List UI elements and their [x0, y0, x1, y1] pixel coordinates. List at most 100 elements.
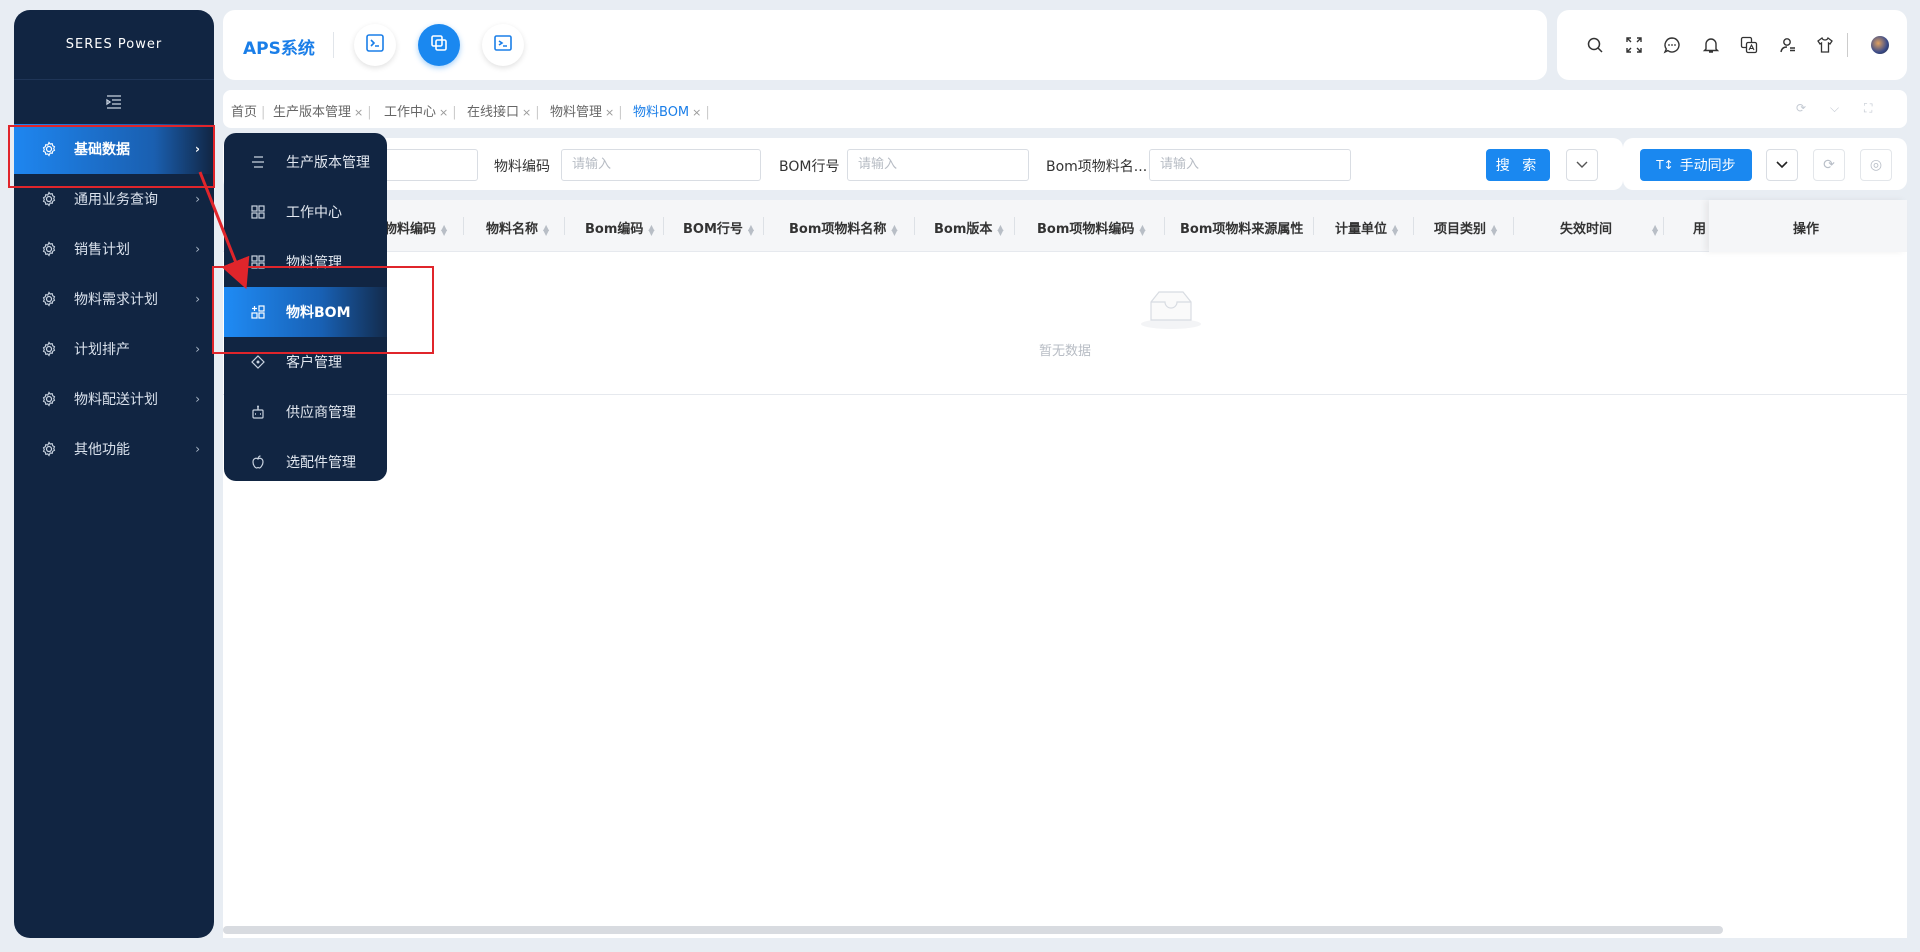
column-label: 物料名称	[486, 222, 539, 237]
horizontal-scrollbar[interactable]	[223, 926, 1723, 934]
manual-sync-button[interactable]: T↕ 手动同步	[1640, 149, 1752, 181]
chevron-down-icon[interactable]: ⌵	[1830, 101, 1839, 116]
column-header-bom-item-code[interactable]: Bom项物料编码 ▲ ▼	[1037, 218, 1146, 237]
empty-box-icon	[1139, 288, 1203, 334]
search-icon[interactable]	[1584, 34, 1606, 56]
refresh-tab-icon[interactable]: ⟳	[1796, 101, 1806, 115]
tab-production-version[interactable]: 生产版本管理 × |	[273, 101, 372, 120]
close-icon[interactable]: ×	[692, 106, 701, 119]
column-header-partial[interactable]: 用	[1693, 218, 1706, 237]
sort-icon[interactable]: ▲ ▼	[648, 223, 654, 236]
fullscreen-icon[interactable]	[1623, 34, 1645, 56]
empty-state: 暂无数据	[223, 252, 1907, 395]
tab-label: 生产版本管理	[273, 105, 352, 120]
user-settings-icon[interactable]	[1777, 34, 1799, 56]
column-header-bom-item-source[interactable]: Bom项物料来源属性	[1180, 218, 1303, 237]
bom-line-input[interactable]: 请输入	[847, 149, 1029, 181]
close-icon[interactable]: ×	[354, 106, 363, 119]
terminal-button[interactable]	[354, 24, 396, 66]
tab-material-bom[interactable]: 物料BOM × |	[633, 101, 710, 120]
column-header-material-code[interactable]: 物料编码 ▲ ▼	[384, 218, 447, 237]
sidebar-item-other-functions[interactable]: 其他功能 ›	[14, 424, 214, 474]
message-icon[interactable]	[1661, 34, 1683, 56]
sort-icon[interactable]: ▲ ▼	[543, 223, 549, 236]
tabs-bar: 首页 | 生产版本管理 × | 工作中心 × | 在线接口 × | 物料管理 × | 物料BOM ×…	[223, 90, 1907, 128]
column-header-material-name[interactable]: 物料名称 ▲ ▼	[486, 218, 549, 237]
submenu-item-option-parts[interactable]: 选配件管理	[224, 437, 387, 487]
sort-icon[interactable]: ▲ ▼	[1652, 223, 1658, 236]
column-header-bom-line[interactable]: BOM行号 ▲ ▼	[683, 218, 754, 237]
sidebar-item-production-scheduling[interactable]: 计划排产 ›	[14, 324, 214, 374]
tab-home[interactable]: 首页 |	[231, 101, 265, 120]
close-icon[interactable]: ×	[439, 106, 448, 119]
collapse-menu-icon[interactable]	[14, 80, 214, 124]
gear-icon	[40, 440, 58, 458]
apple-icon	[250, 454, 266, 470]
column-divider	[914, 217, 915, 235]
column-divider	[1313, 217, 1314, 235]
tab-work-center[interactable]: 工作中心 × |	[384, 101, 457, 120]
action-bar: T↕ 手动同步 ⟳ ◎	[1623, 138, 1907, 190]
column-header-operation: 操作	[1793, 222, 1820, 237]
diamond-icon	[250, 354, 266, 370]
more-actions-dropdown[interactable]	[1766, 149, 1798, 181]
settings-icon[interactable]: ◎	[1860, 149, 1892, 181]
maximize-icon[interactable]: ⛶	[1864, 101, 1872, 116]
sort-icon[interactable]: ▲ ▼	[441, 223, 447, 236]
top-bar: APS系统	[223, 10, 1547, 80]
column-label: Bom编码	[585, 222, 644, 237]
search-button[interactable]: 搜 索	[1486, 149, 1550, 181]
column-header-project-category[interactable]: 项目类别 ▲ ▼	[1434, 218, 1497, 237]
bell-icon[interactable]	[1700, 34, 1722, 56]
translate-icon[interactable]	[1738, 34, 1760, 56]
submenu-item-supplier-management[interactable]: 供应商管理	[224, 387, 387, 437]
bom-item-name-input[interactable]: 请输入	[1149, 149, 1351, 181]
avatar[interactable]	[1871, 36, 1889, 54]
sidebar-item-material-requirement[interactable]: 物料需求计划 ›	[14, 274, 214, 324]
chevron-right-icon: ›	[195, 292, 200, 306]
sort-icon[interactable]: ▲ ▼	[1392, 223, 1398, 236]
main-content: 物料编码 ▲ ▼ 物料名称 ▲ ▼ Bom编码 ▲ ▼ BOM行号 ▲ ▼ Bom项物料名称 ▲ ▼…	[223, 200, 1907, 938]
bom-item-name-label: Bom项物料名...	[1046, 159, 1148, 175]
submenu-item-production-version[interactable]: 生产版本管理	[224, 137, 387, 187]
refresh-icon[interactable]: ⟳	[1813, 149, 1845, 181]
list-icon	[250, 154, 266, 170]
sort-icon[interactable]: ▲ ▼	[1491, 223, 1497, 236]
submenu-item-work-center[interactable]: 工作中心	[224, 187, 387, 237]
close-icon[interactable]: ×	[522, 106, 531, 119]
column-label: BOM行号	[683, 222, 743, 237]
column-header-bom-code[interactable]: Bom编码 ▲ ▼	[585, 218, 655, 237]
column-header-bom-version[interactable]: Bom版本 ▲ ▼	[934, 218, 1004, 237]
sidebar-item-sales-plan[interactable]: 销售计划 ›	[14, 224, 214, 274]
sidebar-item-label: 物料配送计划	[74, 392, 158, 408]
sidebar-item-material-delivery[interactable]: 物料配送计划 ›	[14, 374, 214, 424]
column-header-expiry-time[interactable]: 失效时间 ▲ ▼	[1560, 218, 1658, 237]
tab-label: 工作中心	[384, 105, 437, 120]
theme-shirt-icon[interactable]	[1814, 34, 1836, 56]
column-divider	[1413, 217, 1414, 235]
sync-icon: T↕	[1656, 158, 1674, 172]
expand-filter-button[interactable]	[1566, 149, 1598, 181]
tab-material-management[interactable]: 物料管理 × |	[550, 101, 623, 120]
console-button[interactable]	[482, 24, 524, 66]
close-icon[interactable]: ×	[605, 106, 614, 119]
column-label: 用	[1693, 222, 1707, 237]
sort-icon[interactable]: ▲ ▼	[997, 223, 1003, 236]
bom-line-label: BOM行号	[779, 159, 840, 175]
filter-input-1[interactable]	[381, 149, 478, 181]
terminal-icon	[493, 33, 513, 57]
app-root: SERES Power 基础数据 › 通用业务查询 › 销售计划 › 物料需求计…	[0, 0, 1920, 952]
sort-icon[interactable]: ▲ ▼	[891, 223, 897, 236]
divider	[333, 32, 334, 58]
column-divider	[1164, 217, 1165, 235]
column-header-unit[interactable]: 计量单位 ▲ ▼	[1335, 218, 1398, 237]
tab-online-interface[interactable]: 在线接口 × |	[467, 101, 540, 120]
material-code-input[interactable]: 请输入	[561, 149, 761, 181]
gear-icon	[40, 390, 58, 408]
sort-icon[interactable]: ▲ ▼	[1139, 223, 1145, 236]
copy-windows-button[interactable]	[418, 24, 460, 66]
sort-icon[interactable]: ▲ ▼	[748, 223, 754, 236]
column-header-bom-item-name[interactable]: Bom项物料名称 ▲ ▼	[789, 218, 898, 237]
submenu-item-label: 工作中心	[286, 205, 342, 221]
sidebar-item-label: 通用业务查询	[74, 192, 158, 208]
